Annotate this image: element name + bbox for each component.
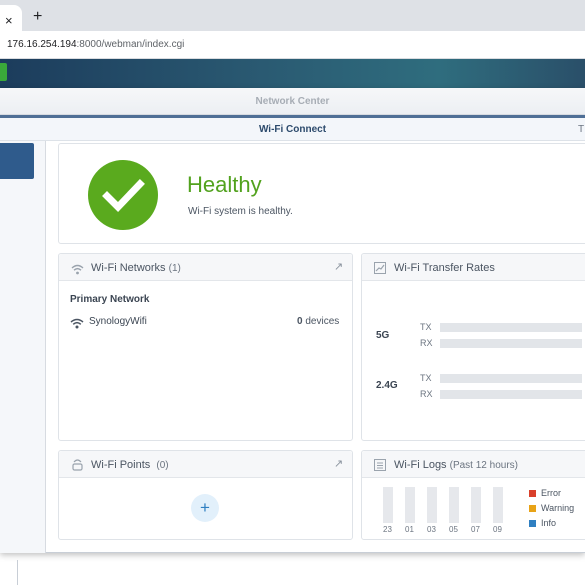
log-tick-label: 05	[449, 525, 458, 534]
log-list-icon	[374, 458, 386, 476]
subtitle-trailing-text: T	[578, 124, 585, 135]
sidebar-item-selected[interactable]	[0, 143, 34, 179]
panel-header: Wi-Fi Points (0) ↗	[59, 451, 352, 478]
points-title: Wi-Fi Points	[91, 459, 151, 471]
add-wifi-point-button[interactable]: +	[191, 494, 219, 522]
url-path: :8000/webman/index.cgi	[76, 39, 185, 50]
wifi-signal-icon	[70, 316, 84, 334]
transfer-rates-panel: Wi-Fi Transfer Rates 5G TX RX 2.4G TX RX	[361, 253, 585, 441]
panel-title: Wi-Fi Points (0)	[91, 459, 169, 471]
networks-title: Wi-Fi Networks	[91, 262, 166, 274]
band-label: 2.4G	[376, 380, 398, 391]
log-tick-label: 07	[471, 525, 480, 534]
logs-range: (Past 12 hours)	[449, 460, 518, 471]
warning-legend-swatch	[529, 505, 536, 512]
desktop-divider	[17, 560, 18, 585]
log-tick-label: 09	[493, 525, 502, 534]
sidebar	[0, 141, 46, 553]
log-hour-bar	[405, 487, 415, 523]
panel-header: Wi-Fi Networks (1) ↗	[59, 254, 352, 281]
networks-count: (1)	[168, 263, 181, 274]
new-tab-button[interactable]: +	[33, 9, 42, 25]
log-hour-bar	[493, 487, 503, 523]
points-count: (0)	[156, 460, 169, 471]
close-tab-icon[interactable]: ×	[5, 14, 13, 27]
url-text[interactable]: 176.16.254.194:8000/webman/index.cgi	[7, 39, 184, 50]
band-label: 5G	[376, 330, 390, 341]
logs-title: Wi-Fi Logs	[394, 459, 447, 471]
page-title: Wi-Fi Connect	[0, 118, 585, 141]
tx-rate-bar	[440, 323, 582, 332]
panel-header: Wi-Fi Logs (Past 12 hours)	[362, 451, 585, 478]
log-hour-bar	[449, 487, 459, 523]
device-count-value: 0	[297, 316, 303, 327]
warning-legend-label: Warning	[541, 503, 575, 513]
info-legend-label: Info	[541, 518, 557, 528]
browser-tab-bar: × +	[0, 0, 585, 31]
rx-label: RX	[420, 338, 433, 348]
expand-arrow-icon[interactable]: ↗	[334, 457, 343, 470]
panel-title: Wi-Fi Networks (1)	[91, 262, 181, 274]
panel-title: Wi-Fi Logs (Past 12 hours)	[394, 459, 518, 471]
dsm-taskbar	[0, 59, 585, 88]
health-description: Wi-Fi system is healthy.	[188, 206, 293, 217]
log-hour-bar	[427, 487, 437, 523]
main-menu-button[interactable]	[0, 63, 7, 81]
info-legend-swatch	[529, 520, 536, 527]
panel-header: Wi-Fi Transfer Rates	[362, 254, 585, 281]
router-icon	[72, 457, 83, 476]
network-name[interactable]: SynologyWifi	[89, 316, 147, 327]
log-hour-bar	[383, 487, 393, 523]
tx-rate-bar	[440, 374, 582, 383]
log-tick-label: 03	[427, 525, 436, 534]
rates-title: Wi-Fi Transfer Rates	[394, 262, 495, 274]
tx-label: TX	[420, 373, 432, 383]
rx-label: RX	[420, 389, 433, 399]
wifi-networks-panel: Wi-Fi Networks (1) ↗ Primary Network Syn…	[58, 253, 353, 441]
wifi-logs-panel: Wi-Fi Logs (Past 12 hours) 23 01 03 05 0…	[361, 450, 585, 540]
health-panel: Healthy Wi-Fi system is healthy.	[58, 143, 585, 244]
url-host: 176.16.254.194	[7, 39, 77, 50]
error-legend-label: Error	[541, 488, 561, 498]
network-device-count: 0 devices	[297, 316, 339, 327]
tx-label: TX	[420, 322, 432, 332]
error-legend-swatch	[529, 490, 536, 497]
rx-rate-bar	[440, 390, 582, 399]
healthy-check-icon	[88, 160, 158, 230]
expand-arrow-icon[interactable]: ↗	[334, 260, 343, 273]
wifi-points-panel: Wi-Fi Points (0) ↗ +	[58, 450, 353, 540]
window-title[interactable]: Network Center	[0, 88, 585, 115]
rx-rate-bar	[440, 339, 582, 348]
health-status: Healthy	[187, 172, 262, 197]
chart-icon	[374, 261, 386, 279]
log-tick-label: 23	[383, 525, 392, 534]
primary-network-label: Primary Network	[70, 294, 150, 305]
address-bar[interactable]: 176.16.254.194:8000/webman/index.cgi	[0, 31, 585, 59]
browser-tab[interactable]: ×	[0, 5, 22, 31]
wifi-icon	[71, 262, 84, 280]
device-count-unit: devices	[305, 316, 340, 327]
log-hour-bar	[471, 487, 481, 523]
log-tick-label: 01	[405, 525, 414, 534]
